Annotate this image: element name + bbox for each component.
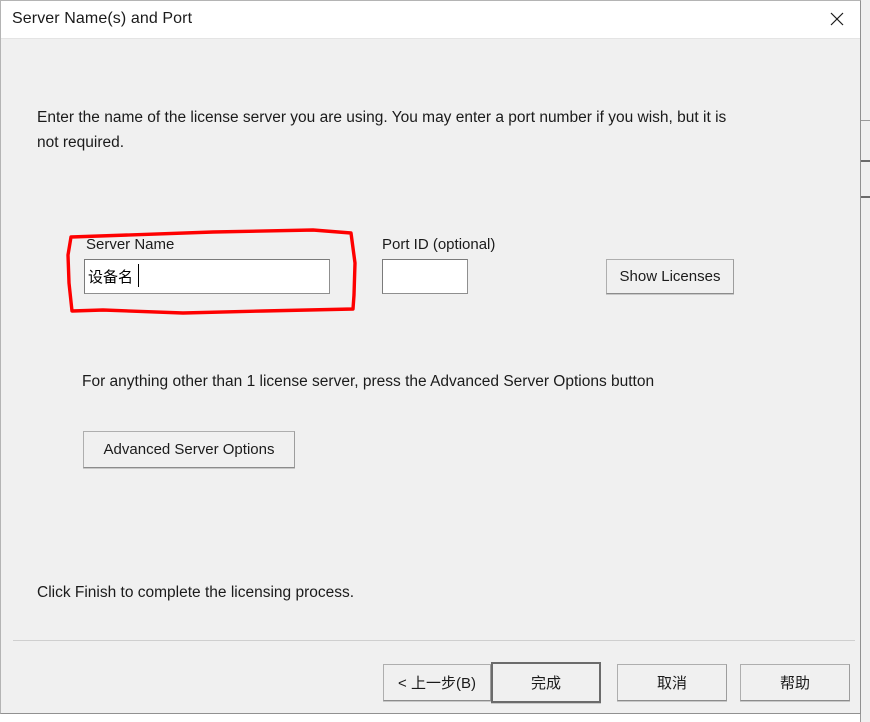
background-window-divider bbox=[861, 196, 870, 198]
background-window-divider bbox=[861, 120, 870, 121]
text-caret bbox=[138, 264, 139, 287]
background-window-sliver[interactable] bbox=[860, 0, 870, 722]
port-id-input[interactable] bbox=[382, 259, 468, 294]
back-button[interactable]: < 上一步(B) bbox=[383, 664, 491, 701]
close-button[interactable] bbox=[814, 1, 860, 37]
finish-hint-text: Click Finish to complete the licensing p… bbox=[37, 584, 355, 601]
cancel-button[interactable]: 取消 bbox=[617, 664, 727, 701]
advanced-options-hint: For anything other than 1 license server… bbox=[82, 373, 655, 390]
background-window-divider bbox=[861, 160, 870, 162]
server-name-label: Server Name bbox=[86, 236, 175, 253]
footer-separator bbox=[13, 640, 855, 641]
finish-button[interactable]: 完成 bbox=[491, 662, 601, 703]
server-name-input[interactable] bbox=[84, 259, 330, 294]
advanced-server-options-button[interactable]: Advanced Server Options bbox=[83, 431, 295, 468]
show-licenses-button[interactable]: Show Licenses bbox=[606, 259, 734, 294]
close-icon bbox=[829, 11, 845, 27]
server-name-and-port-dialog: Server Name(s) and Port Enter the name o… bbox=[0, 0, 861, 714]
port-id-label: Port ID (optional) bbox=[382, 236, 496, 253]
help-button[interactable]: 帮助 bbox=[740, 664, 850, 701]
instruction-text: Enter the name of the license server you… bbox=[37, 109, 727, 151]
title-bar[interactable]: Server Name(s) and Port bbox=[1, 1, 860, 39]
window-title: Server Name(s) and Port bbox=[12, 10, 193, 27]
